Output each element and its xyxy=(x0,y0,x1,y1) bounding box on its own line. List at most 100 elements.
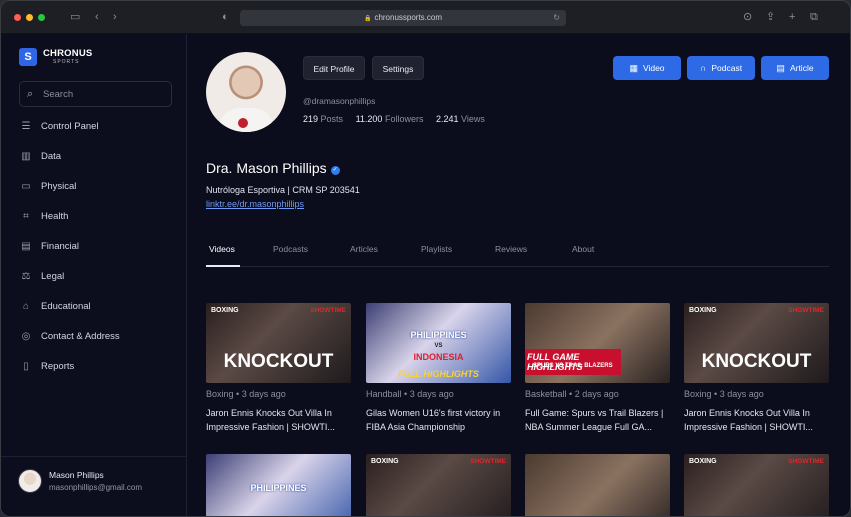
video-thumbnail[interactable]: BOXING SHOWTIME KNOCKOUT xyxy=(684,303,829,383)
privacy-shield-icon[interactable]: ◐ xyxy=(222,11,229,24)
thumbnail-team-b: INDONESIA xyxy=(413,352,464,362)
sidebar-item-data[interactable]: ▥ Data xyxy=(19,148,169,166)
thumbnail-overlay: KNOCKOUT xyxy=(223,351,334,372)
newspaper-icon: ▤ xyxy=(776,63,785,73)
thumbnail-vs: VS xyxy=(434,343,443,349)
minimize-window-button[interactable] xyxy=(26,14,33,21)
video-meta: Basketball • 2 days ago xyxy=(525,389,619,399)
video-thumbnail[interactable] xyxy=(525,454,670,516)
user-email: masonphillips@gmail.com xyxy=(49,483,143,492)
video-thumbnail[interactable]: FULL GAME HIGHLIGHTS SPURS VS TRAIL BLAZ… xyxy=(525,303,670,383)
sidebar-item-health[interactable]: ⌗ Health xyxy=(19,208,169,226)
video-title[interactable]: Jaron Ennis Knocks Out Villa In Impressi… xyxy=(206,406,356,434)
video-title[interactable]: Full Game: Spurs vs Trail Blazers | NBA … xyxy=(525,406,675,434)
reload-icon[interactable]: ↻ xyxy=(553,10,560,26)
thumbnail-network: SHOWTIME xyxy=(788,458,824,465)
film-icon: ▦ xyxy=(629,63,638,73)
main-content: Edit Profile Settings ▦ Video ∩ Podcast ▤ A… xyxy=(188,34,850,516)
tab-overview-icon[interactable]: ⧉ xyxy=(810,11,818,24)
sidebar-item-physical[interactable]: ▭ Physical xyxy=(19,178,169,196)
search-input[interactable] xyxy=(43,86,168,103)
thumbnail-overlay: FULL GAME HIGHLIGHTS xyxy=(527,352,583,372)
address-text: chronussports.com xyxy=(374,13,443,22)
video-meta: Boxing • 3 days ago xyxy=(206,389,286,399)
thumbnail-brand: BOXING xyxy=(689,307,717,314)
search-icon: ⌕ xyxy=(27,88,34,100)
thumbnail-subtitle: SPURS VS TRAIL BLAZERS xyxy=(533,363,613,369)
tab-podcasts[interactable]: Podcasts xyxy=(273,244,308,254)
sidebar-divider xyxy=(1,456,187,457)
followers-label: Followers xyxy=(384,114,424,124)
headphones-icon: ∩ xyxy=(699,63,707,73)
sidebar-item-legal[interactable]: ⚖ Legal xyxy=(19,268,169,286)
thumbnail-overlay: FULL HIGHLIGHTS xyxy=(398,369,479,379)
sidebar-item-control-panel[interactable]: ☰ Control Panel xyxy=(19,118,169,136)
video-thumbnail[interactable]: BOXING SHOWTIME xyxy=(684,454,829,516)
verified-badge-icon: ✓ xyxy=(330,166,340,175)
graduation-cap-icon: ⌂ xyxy=(22,301,30,312)
profile-link[interactable]: linktr.ee/dr.masonphillips xyxy=(206,199,304,209)
video-thumbnail[interactable]: PHILIPPINES xyxy=(206,454,351,516)
followers-count: 11.200 xyxy=(355,114,383,124)
browser-titlebar: ▭ ‹ › ◐ 🔒 chronussports.com ↻ ⊙ ⇪ + ⧉ xyxy=(1,1,850,34)
thumbnail-network: SHOWTIME xyxy=(310,307,346,314)
profile-avatar[interactable] xyxy=(206,52,286,132)
posts-label: Posts xyxy=(320,114,344,124)
brand-subtitle: SPORTS xyxy=(53,59,80,65)
thumbnail-brand: BOXING xyxy=(371,458,399,465)
avatar[interactable] xyxy=(18,469,42,493)
wallet-icon: ▤ xyxy=(21,241,31,252)
map-pin-icon: ◎ xyxy=(21,331,31,342)
views-count: 2.241 xyxy=(435,114,459,124)
article-button[interactable]: ▤ Article xyxy=(761,56,829,80)
new-tab-icon[interactable]: + xyxy=(789,11,795,24)
video-title[interactable]: Jaron Ennis Knocks Out Villa In Impressi… xyxy=(684,406,834,434)
posts-count: 219 xyxy=(303,114,319,124)
video-title[interactable]: Gilas Women U16's first victory in FIBA … xyxy=(366,406,516,434)
edit-profile-button[interactable]: Edit Profile xyxy=(303,56,365,80)
video-meta: Handball • 3 days ago xyxy=(366,389,454,399)
thumbnail-network: SHOWTIME xyxy=(788,307,824,314)
views-label: Views xyxy=(461,114,485,124)
active-tab-indicator xyxy=(206,265,240,267)
video-thumbnail[interactable]: PHILIPPINES VS INDONESIA FULL HIGHLIGHTS xyxy=(366,303,511,383)
sidebar-item-reports[interactable]: ▯ Reports xyxy=(19,358,169,376)
user-name: Mason Phillips xyxy=(49,470,104,480)
address-bar[interactable]: 🔒 chronussports.com ↻ xyxy=(240,10,566,26)
download-icon[interactable]: ⊙ xyxy=(743,11,752,24)
profile-bio: Nutróloga Esportiva | CRM SP 203541 xyxy=(206,185,360,195)
tabs-divider xyxy=(206,266,829,267)
back-icon[interactable]: ‹ xyxy=(95,11,99,24)
lock-icon: 🔒 xyxy=(363,16,372,22)
settings-button[interactable]: Settings xyxy=(372,56,424,80)
gavel-icon: ⚖ xyxy=(21,271,31,282)
tab-about[interactable]: About xyxy=(572,244,594,254)
tab-videos[interactable]: Videos xyxy=(209,244,235,254)
podcast-button[interactable]: ∩ Podcast xyxy=(687,56,755,80)
forward-icon[interactable]: › xyxy=(113,11,117,24)
close-window-button[interactable] xyxy=(14,14,21,21)
maximize-window-button[interactable] xyxy=(38,14,45,21)
share-icon[interactable]: ⇪ xyxy=(766,11,775,24)
tab-articles[interactable]: Articles xyxy=(350,244,378,254)
tab-playlists[interactable]: Playlists xyxy=(421,244,452,254)
thumbnail-team-a: PHILIPPINES xyxy=(250,483,307,493)
monitor-icon: ▭ xyxy=(21,181,31,192)
thumbnail-brand: BOXING xyxy=(689,458,717,465)
sidebar-item-educational[interactable]: ⌂ Educational xyxy=(19,298,169,316)
sidebar: S CHRONUS SPORTS ⌕ ☰ Control Panel ▥ Dat… xyxy=(1,34,187,516)
video-button[interactable]: ▦ Video xyxy=(613,56,681,80)
browser-window: ▭ ‹ › ◐ 🔒 chronussports.com ↻ ⊙ ⇪ + ⧉ S C… xyxy=(0,0,851,517)
video-meta: Boxing • 3 days ago xyxy=(684,389,764,399)
profile-handle: @dramasonphillips xyxy=(303,96,376,106)
thumbnail-overlay: KNOCKOUT xyxy=(701,351,812,372)
tab-reviews[interactable]: Reviews xyxy=(495,244,527,254)
sidebar-item-financial[interactable]: ▤ Financial xyxy=(19,238,169,256)
profile-stats: 219 Posts 11.200 Followers 2.241 Views xyxy=(303,114,485,124)
sidebar-toggle-icon[interactable]: ▭ xyxy=(70,11,80,24)
brand-name: CHRONUS xyxy=(43,48,93,59)
search-box[interactable]: ⌕ xyxy=(19,81,172,107)
video-thumbnail[interactable]: BOXING SHOWTIME KNOCKOUT xyxy=(206,303,351,383)
video-thumbnail[interactable]: BOXING SHOWTIME xyxy=(366,454,511,516)
sidebar-item-contact-address[interactable]: ◎ Contact & Address xyxy=(19,328,169,346)
